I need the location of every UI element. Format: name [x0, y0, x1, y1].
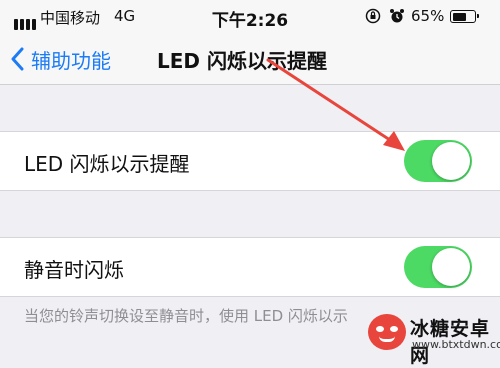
battery-icon — [450, 10, 479, 23]
footer-description: 当您的铃声切换设至静音时，使用 LED 闪烁以示 — [24, 307, 348, 325]
setting-row-led-flash: LED 闪烁以示提醒 — [0, 131, 500, 191]
alarm-icon — [390, 9, 404, 23]
status-bar: 中国移动 4G 下午2:26 65% — [0, 0, 500, 34]
led-flash-toggle[interactable] — [404, 140, 472, 182]
chevron-left-icon — [11, 47, 24, 71]
page-title: LED 闪烁以示提醒 — [157, 49, 327, 73]
toggle-knob — [432, 142, 470, 180]
watermark-logo-icon — [368, 314, 406, 350]
setting-row-flash-on-silent: 静音时闪烁 — [0, 237, 500, 297]
navigation-bar: 辅助功能 LED 闪烁以示提醒 — [0, 34, 500, 85]
back-button-label: 辅助功能 — [31, 48, 111, 73]
setting-label: LED 闪烁以示提醒 — [24, 152, 190, 176]
rotation-lock-icon — [365, 8, 381, 24]
setting-label: 静音时闪烁 — [24, 258, 124, 282]
battery-percent: 65% — [411, 7, 445, 25]
battery-fill — [452, 12, 466, 21]
back-button[interactable]: 辅助功能 — [10, 42, 111, 76]
watermark: 冰糖安卓网 www.btxtdwn.com — [368, 312, 500, 367]
watermark-url: www.btxtdwn.com — [412, 338, 500, 351]
flash-on-silent-toggle[interactable] — [404, 246, 472, 288]
toggle-knob — [432, 248, 470, 286]
